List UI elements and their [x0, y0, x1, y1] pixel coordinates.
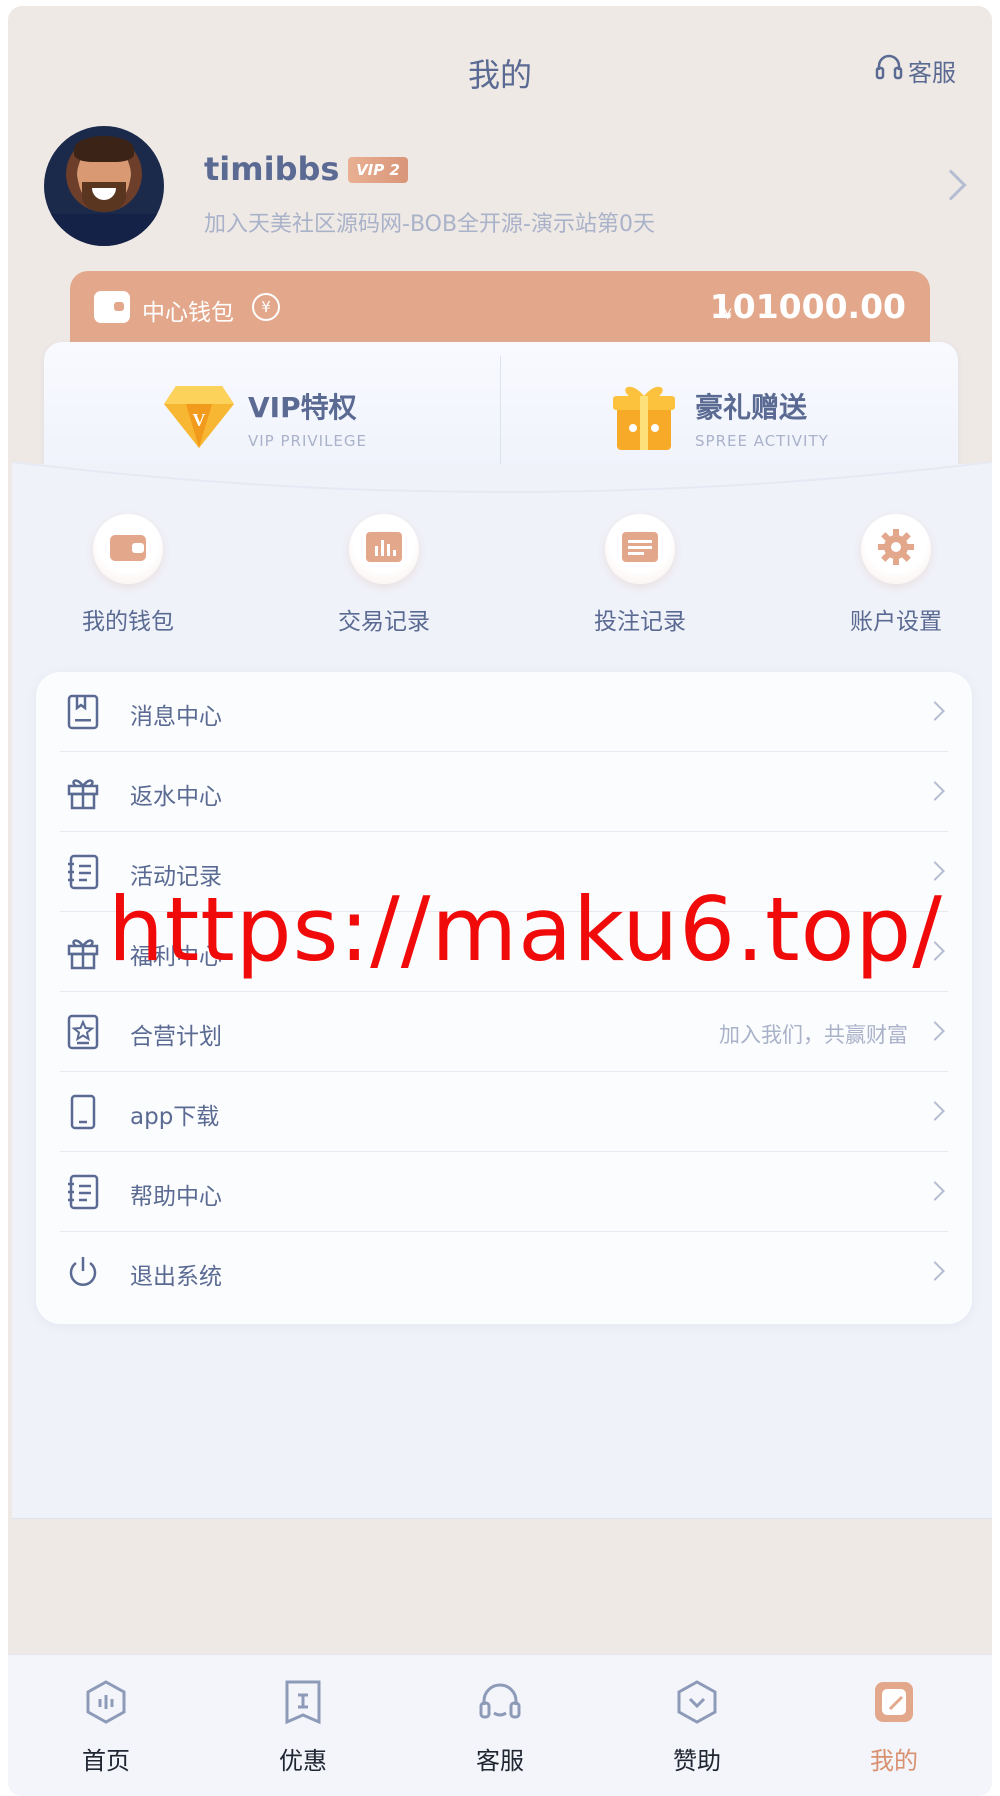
nav-label: 优惠	[279, 1747, 327, 1775]
profile-icon	[872, 1679, 916, 1727]
chevron-right-icon	[925, 1101, 945, 1121]
headset-icon	[874, 52, 904, 88]
quick-action-transactions[interactable]: 交易记录	[314, 514, 454, 636]
nav-item-sponsor[interactable]: 赞助	[599, 1655, 795, 1796]
menu-item-extra: 加入我们，共赢财富	[719, 1023, 908, 1047]
menu-item-rebate[interactable]: 返水中心	[60, 752, 948, 832]
nav-item-promotions[interactable]: 优惠	[205, 1655, 401, 1796]
gear-icon	[876, 527, 916, 571]
chevron-right-icon	[925, 701, 945, 721]
chevron-right-icon	[925, 1181, 945, 1201]
power-icon	[66, 1254, 100, 1290]
vip-badge: VIP 2	[348, 157, 408, 183]
menu-item-label: 返水中心	[130, 784, 222, 810]
star-badge-icon	[66, 1014, 100, 1050]
quick-action-wallet[interactable]: 我的钱包	[58, 514, 198, 636]
quick-actions: 我的钱包 交易记录 投注记录 账户设置	[12, 514, 992, 644]
chart-icon	[364, 530, 404, 568]
menu-item-logout[interactable]: 退出系统	[60, 1232, 948, 1312]
nav-label: 客服	[476, 1747, 524, 1775]
chevron-right-icon	[925, 1261, 945, 1281]
quick-action-bets[interactable]: 投注记录	[570, 514, 710, 636]
nav-item-support[interactable]: 客服	[402, 1655, 598, 1796]
menu-item-messages[interactable]: 消息中心	[60, 672, 948, 752]
wallet-icon	[94, 291, 130, 323]
nav-label: 我的	[870, 1747, 918, 1775]
wallet-balance: 101000.00	[709, 287, 906, 326]
menu-item-label: 退出系统	[130, 1264, 222, 1290]
gift-icon	[66, 774, 100, 810]
chevron-right-icon[interactable]	[935, 169, 967, 201]
quick-action-label: 交易记录	[338, 609, 430, 635]
nav-item-home[interactable]: 首页	[8, 1655, 204, 1796]
svg-text:V: V	[193, 410, 206, 430]
wallet-icon	[108, 531, 148, 567]
username: timibbs	[204, 150, 340, 188]
chevron-right-icon	[925, 1021, 945, 1041]
nav-item-profile[interactable]: 我的	[796, 1655, 992, 1796]
avatar[interactable]	[44, 126, 164, 246]
customer-service-link[interactable]: 客服	[874, 52, 956, 88]
list-icon	[66, 1174, 100, 1210]
menu-item-label: app下载	[130, 1104, 220, 1130]
gift-box-icon	[611, 380, 677, 456]
list-icon	[66, 854, 100, 890]
chevron-right-icon	[925, 781, 945, 801]
menu-item-app-download[interactable]: app下载	[60, 1072, 948, 1152]
customer-service-label: 客服	[908, 58, 956, 87]
page-title: 我的	[467, 56, 532, 94]
quick-action-label: 投注记录	[594, 609, 686, 635]
message-book-icon	[66, 694, 100, 730]
quick-action-settings[interactable]: 账户设置	[826, 514, 966, 636]
phone-icon	[66, 1094, 100, 1130]
menu-item-label: 合营计划	[130, 1024, 222, 1050]
wallet-label: 中心钱包	[142, 300, 234, 326]
spree-activity-title: 豪礼赠送	[695, 391, 808, 424]
menu-item-label: 消息中心	[130, 704, 222, 730]
app-screen: 我的 客服 timibbs VIP 2 加入天美社区源码网-BOB全开源-演示站…	[8, 6, 992, 1796]
vip-privilege-title: VIP特权	[248, 391, 357, 424]
document-icon	[620, 530, 660, 568]
refresh-icon[interactable]: ¥	[252, 293, 280, 321]
menu-item-label: 帮助中心	[130, 1184, 222, 1210]
menu-item-help[interactable]: 帮助中心	[60, 1152, 948, 1232]
quick-action-label: 我的钱包	[82, 609, 174, 635]
bottom-nav: 首页 优惠 客服 赞助 我的	[8, 1654, 992, 1796]
menu-card: 消息中心 返水中心 活动记录 福利中心 合营计划 加入我们，共赢财富 app下载…	[36, 672, 972, 1324]
coupon-icon	[281, 1679, 325, 1727]
main-panel: 我的钱包 交易记录 投注记录 账户设置 消息中心 返水中心 活动记录 福利中心 …	[12, 462, 992, 1519]
headset-icon	[478, 1679, 522, 1727]
vip-privilege-subtitle: VIP PRIVILEGE	[248, 432, 368, 450]
panel-curve	[12, 462, 992, 522]
diamond-icon: V	[162, 382, 236, 454]
sponsor-icon	[675, 1679, 719, 1727]
menu-item-partnership[interactable]: 合营计划 加入我们，共赢财富	[60, 992, 948, 1072]
nav-label: 赞助	[673, 1747, 721, 1775]
spree-activity-subtitle: SPREE ACTIVITY	[695, 432, 829, 450]
watermark-text: https://maku6.top/	[108, 878, 943, 981]
gift-icon	[66, 934, 100, 970]
wallet-bar[interactable]: 中心钱包 ¥ ¥ 101000.00	[70, 271, 930, 351]
user-subtitle: 加入天美社区源码网-BOB全开源-演示站第0天	[204, 212, 655, 237]
nav-label: 首页	[82, 1747, 130, 1775]
home-icon	[84, 1679, 128, 1727]
quick-action-label: 账户设置	[850, 609, 942, 635]
